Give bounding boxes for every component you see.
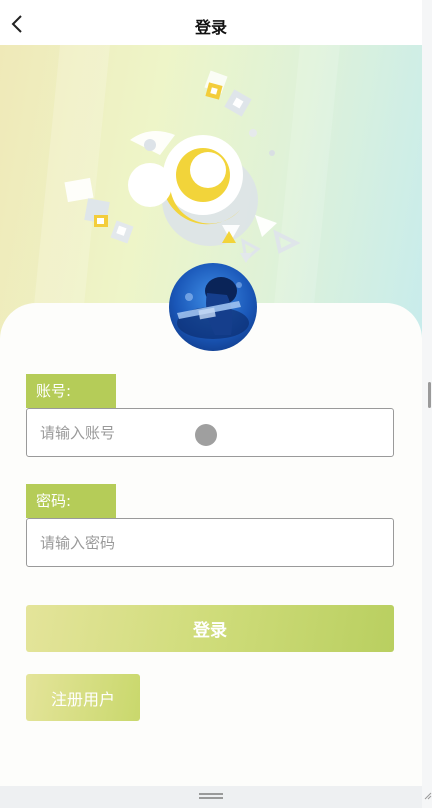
- password-label: 密码:: [26, 484, 116, 518]
- login-button[interactable]: 登录: [26, 605, 394, 652]
- avatar-image: [177, 277, 249, 339]
- drag-handle-icon[interactable]: [199, 793, 223, 799]
- scrollbar-thumb[interactable]: [428, 382, 431, 408]
- account-label: 账号:: [26, 374, 116, 408]
- page-title: 登录: [194, 18, 227, 37]
- app-screen: 登录 账号: 密码: 登录 注册用户: [0, 0, 422, 786]
- register-button[interactable]: 注册用户: [26, 674, 140, 721]
- password-input[interactable]: [26, 518, 394, 567]
- resize-handle-icon[interactable]: [424, 790, 432, 800]
- touch-cursor-indicator: [195, 424, 217, 446]
- avatar: [169, 263, 257, 351]
- nav-bar: 登录: [0, 3, 422, 45]
